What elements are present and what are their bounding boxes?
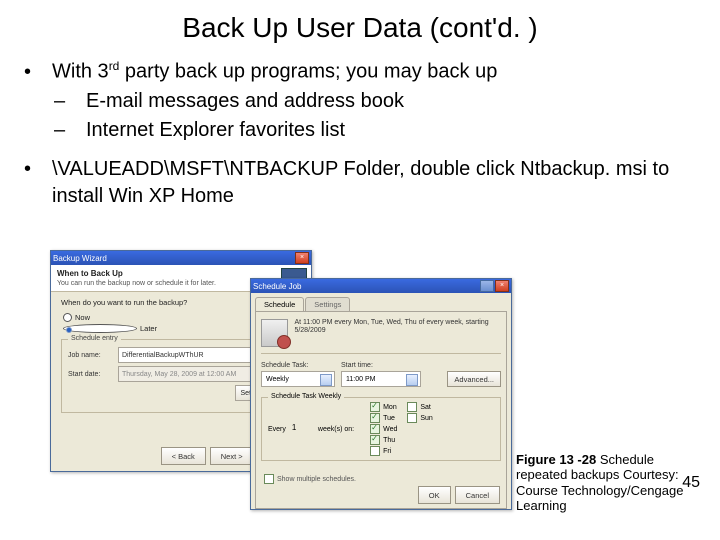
bullet-2: •\VALUEADD\MSFT\NTBACKUP Folder, double … [52,156,690,210]
page-number: 45 [682,474,700,492]
figure-caption: Figure 13 -28 Schedule repeated backups … [516,452,706,514]
help-icon[interactable] [480,280,494,292]
advanced-button[interactable]: Advanced... [447,371,501,387]
checkbox-sat[interactable]: Sat [407,402,432,412]
window-title: Backup Wizard [53,254,107,263]
titlebar: Schedule Job × [251,279,511,293]
close-icon[interactable]: × [295,252,309,264]
schedule-job-window: Schedule Job × Schedule Settings At 11:0… [250,278,512,510]
job-name-label: Job name: [68,352,114,359]
schedule-tab-pane: At 11:00 PM every Mon, Tue, Wed, Thu of … [255,311,507,509]
back-button[interactable]: < Back [161,447,206,465]
every-label-post: week(s) on: [318,426,354,433]
bullet-1: •With 3rd party back up programs; you ma… [52,58,690,86]
tab-schedule[interactable]: Schedule [255,297,304,311]
weekly-legend: Schedule Task Weekly [268,393,344,400]
start-time-label: Start time: [341,362,421,369]
ok-button[interactable]: OK [418,486,451,504]
window-title: Schedule Job [253,282,301,291]
calendar-clock-icon [261,319,288,347]
close-icon[interactable]: × [495,280,509,292]
tab-settings[interactable]: Settings [305,297,350,311]
next-button[interactable]: Next > [210,447,254,465]
start-date-label: Start date: [68,371,114,378]
every-weeks-field[interactable]: 1 [292,423,312,435]
bullet-list: •With 3rd party back up programs; you ma… [30,58,690,210]
start-time-select[interactable]: 11:00 PM [341,371,421,387]
schedule-task-label: Schedule Task: [261,362,335,369]
every-label-pre: Every [268,426,286,433]
show-multiple-checkbox[interactable]: Show multiple schedules. [264,474,356,484]
slide-title: Back Up User Data (cont'd. ) [30,12,690,44]
checkbox-tue[interactable]: Tue [370,413,397,423]
checkbox-mon[interactable]: Mon [370,402,397,412]
checkbox-fri[interactable]: Fri [370,446,397,456]
titlebar: Backup Wizard × [51,251,311,265]
schedule-task-select[interactable]: Weekly [261,371,335,387]
wizard-heading: When to Back Up [57,269,305,278]
schedule-summary: At 11:00 PM every Mon, Tue, Wed, Thu of … [294,319,501,336]
bullet-1-1: –E-mail messages and address book [86,88,690,115]
cancel-button[interactable]: Cancel [455,486,500,504]
figure-number: Figure 13 -28 [516,452,596,467]
checkbox-thu[interactable]: Thu [370,435,397,445]
checkbox-wed[interactable]: Wed [370,424,397,434]
group-legend: Schedule entry [68,335,121,342]
checkbox-sun[interactable]: Sun [407,413,432,423]
weekly-group: Schedule Task Weekly Every 1 week(s) on:… [261,397,501,461]
bullet-1-2: –Internet Explorer favorites list [86,117,690,144]
